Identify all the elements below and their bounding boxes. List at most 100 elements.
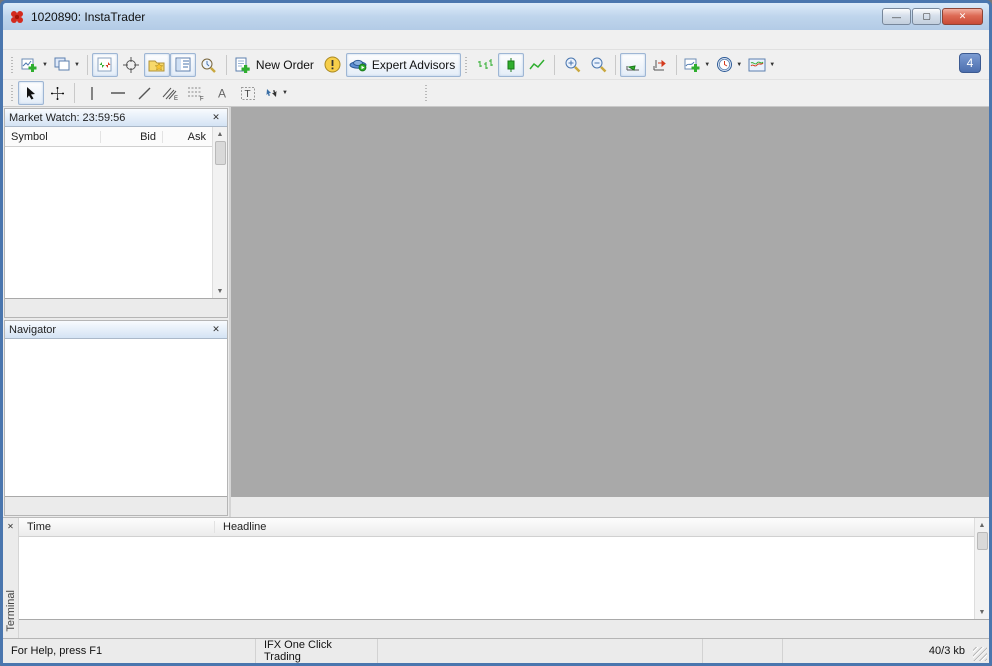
auto-scroll-button[interactable]	[620, 52, 647, 77]
toolbar-grip[interactable]	[10, 54, 15, 75]
channel-icon: E	[162, 87, 178, 101]
scrollbar-thumb[interactable]	[976, 532, 988, 550]
market-watch-column-headers[interactable]: Symbol Bid Ask	[5, 127, 212, 147]
market-watch-icon	[97, 57, 112, 71]
column-header-time[interactable]: Time	[19, 521, 215, 533]
template-icon	[748, 58, 766, 71]
terminal-side-strip: ✕ Terminal	[3, 518, 19, 638]
zoom-out-button[interactable]	[585, 53, 611, 77]
market-watch-close-icon[interactable]: ✕	[209, 111, 223, 124]
new-order-icon	[235, 57, 250, 73]
fibonacci-icon: F	[188, 87, 204, 101]
column-header-ask[interactable]: Ask	[163, 131, 212, 143]
news-table: Time Headline	[19, 518, 974, 619]
navigator-folder-icon	[148, 60, 165, 72]
important-news-button[interactable]	[320, 53, 346, 77]
warning-icon	[324, 56, 341, 73]
tester-magnifier-icon	[201, 58, 217, 73]
new-order-button[interactable]: New Order	[231, 53, 320, 77]
notification-badge[interactable]: 4	[959, 53, 981, 73]
left-panel-column: Market Watch: 23:59:56 ✕ Symbol Bid Ask …	[3, 107, 231, 517]
strategy-tester-button[interactable]	[196, 53, 222, 77]
periods-button[interactable]: ▼	[713, 53, 745, 77]
market-watch-panel: Market Watch: 23:59:56 ✕ Symbol Bid Ask …	[4, 108, 228, 318]
column-header-symbol[interactable]: Symbol	[5, 130, 101, 143]
column-header-headline[interactable]: Headline	[215, 521, 974, 533]
trendline-tool-button[interactable]	[131, 81, 157, 105]
toolbar-grip[interactable]	[423, 83, 429, 103]
app-window: 1020890: InstaTrader — ▢ ✕ ▼ ▼ New Order…	[0, 0, 992, 666]
toolbar-line-studies: E F A T ▼	[3, 80, 989, 107]
indicators-icon	[684, 58, 700, 72]
horizontal-line-tool-button[interactable]	[105, 81, 131, 105]
market-watch-toggle-button[interactable]	[91, 52, 118, 77]
window-close-button[interactable]: ✕	[942, 8, 983, 25]
terminal-tabs	[19, 619, 989, 638]
cursor-tool-button[interactable]	[18, 81, 44, 105]
market-watch-table: Symbol Bid Ask	[5, 127, 212, 298]
bar-chart-icon	[478, 58, 494, 69]
fibonacci-tool-button[interactable]: F	[183, 81, 209, 105]
news-scrollbar[interactable]: ▲ ▼	[974, 518, 989, 619]
navigator-close-icon[interactable]: ✕	[209, 323, 223, 336]
terminal-vertical-label: Terminal	[4, 590, 17, 632]
line-chart-button[interactable]	[524, 53, 550, 77]
scroll-up-icon[interactable]: ▲	[214, 127, 227, 141]
profiles-button[interactable]: ▼	[51, 53, 83, 77]
title-bar: 1020890: InstaTrader — ▢ ✕	[3, 3, 989, 30]
horizontal-line-icon	[111, 92, 125, 94]
dropdown-arrow-icon: ▼	[42, 61, 48, 68]
svg-text:A: A	[218, 87, 226, 101]
navigator-tabs	[5, 496, 227, 515]
scroll-down-icon[interactable]: ▼	[214, 284, 227, 298]
chart-shift-button[interactable]	[646, 53, 672, 77]
terminal-toggle-button[interactable]	[169, 52, 196, 77]
candlestick-chart-button[interactable]	[498, 52, 525, 77]
arrows-tool-button[interactable]: ▼	[261, 81, 291, 105]
profiles-icon	[54, 57, 70, 71]
zoom-in-button[interactable]	[559, 53, 585, 77]
templates-button[interactable]: ▼	[745, 53, 778, 77]
scroll-down-icon[interactable]: ▼	[976, 605, 989, 619]
text-tool-button[interactable]: A	[209, 81, 235, 105]
news-column-headers[interactable]: Time Headline	[19, 518, 974, 537]
dropdown-arrow-icon: ▼	[704, 61, 711, 68]
clock-icon	[717, 57, 733, 72]
status-mode-text: IFX One Click Trading	[256, 639, 378, 663]
trendline-icon	[138, 87, 150, 99]
market-watch-tabs	[5, 298, 227, 317]
app-logo-icon	[11, 10, 23, 23]
text-label-tool-button[interactable]: T	[235, 81, 261, 105]
indicators-button[interactable]: ▼	[681, 53, 713, 77]
menu-bar	[3, 30, 989, 50]
resize-grip[interactable]	[973, 647, 987, 661]
chart-window-tabs	[231, 496, 989, 517]
crosshair-tool-button[interactable]	[44, 81, 70, 105]
scroll-up-icon[interactable]: ▲	[976, 518, 989, 532]
bar-chart-button[interactable]	[472, 53, 498, 77]
window-maximize-button[interactable]: ▢	[912, 8, 941, 25]
toolbar-grip[interactable]	[464, 54, 470, 75]
new-chart-button[interactable]: ▼	[18, 53, 51, 77]
scrollbar-thumb[interactable]	[214, 141, 226, 165]
auto-scroll-icon	[626, 64, 640, 71]
equidistant-channel-tool-button[interactable]: E	[157, 81, 183, 105]
zoom-in-icon	[565, 57, 581, 73]
data-window-button[interactable]	[118, 53, 144, 77]
dropdown-arrow-icon: ▼	[282, 90, 288, 96]
navigator-header: Navigator ✕	[5, 321, 227, 339]
market-watch-scrollbar[interactable]: ▲ ▼	[212, 127, 227, 298]
dropdown-arrow-icon: ▼	[736, 61, 743, 68]
window-minimize-button[interactable]: —	[882, 8, 911, 25]
navigator-toggle-button[interactable]	[143, 52, 170, 77]
zoom-out-icon	[591, 57, 607, 73]
expert-advisors-button[interactable]: Expert Advisors	[345, 52, 462, 77]
vertical-line-tool-button[interactable]	[79, 81, 105, 105]
navigator-panel: Navigator ✕	[4, 320, 228, 516]
terminal-close-icon[interactable]: ✕	[5, 520, 17, 532]
candlestick-icon	[507, 57, 515, 72]
column-header-bid[interactable]: Bid	[101, 130, 163, 143]
vertical-line-icon	[91, 86, 93, 100]
expert-advisors-label: Expert Advisors	[371, 57, 456, 72]
toolbar-grip[interactable]	[10, 83, 15, 103]
